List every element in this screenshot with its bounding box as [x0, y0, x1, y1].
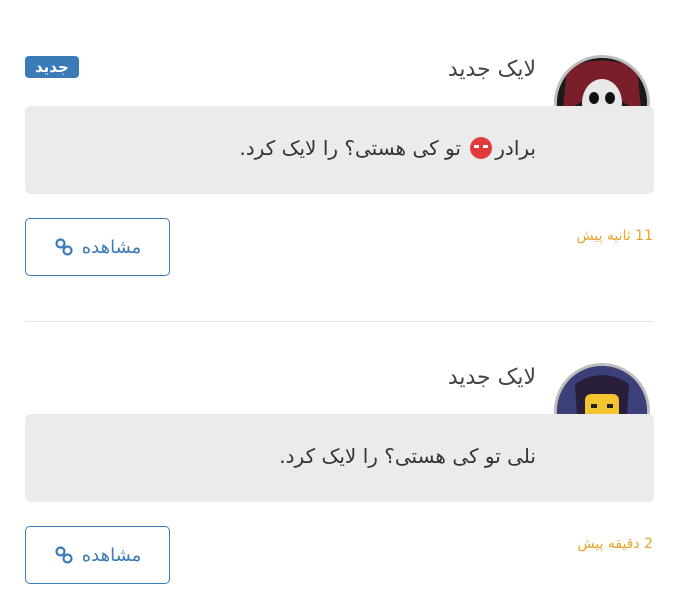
view-button-label: مشاهده: [81, 544, 142, 566]
notification-item: لایک جدید نلی تو کی هستی؟ را لایک کرد. 2…: [0, 0, 678, 600]
notification-message: نلی تو کی هستی؟ را لایک کرد.: [279, 444, 536, 468]
link-icon: [55, 546, 73, 564]
message-box: نلی تو کی هستی؟ را لایک کرد.: [25, 414, 654, 502]
timestamp: 2 دقیقه پیش: [577, 536, 653, 552]
notification-title: لایک جدید: [447, 365, 536, 390]
view-button[interactable]: مشاهده: [25, 526, 170, 584]
